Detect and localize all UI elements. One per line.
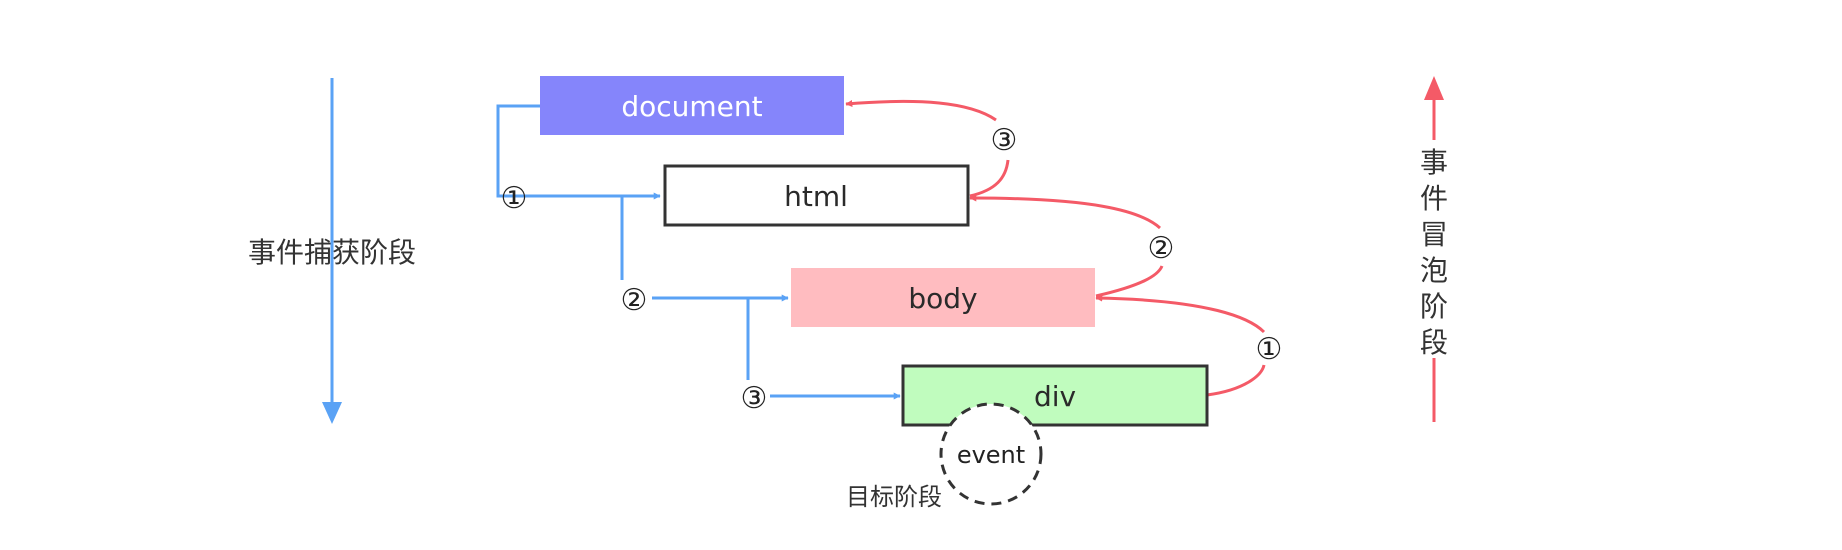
node-div-label: div [1034,380,1076,413]
bubble-phase-char: 段 [1420,326,1448,359]
capture-step-3: ③ [741,381,768,416]
node-document: document [540,76,844,135]
capture-phase-label: 事件捕获阶段 [248,236,416,269]
capture-arrow-head [322,402,342,424]
capture-step-1: ① [501,181,528,216]
capture-step-2: ② [621,283,648,318]
target-phase-label: 目标阶段 [846,483,942,511]
node-body-label: body [908,282,977,315]
bubble-arrow-body-html-upper [969,194,1162,230]
node-html: html [663,164,970,227]
capture-phase-indicator: 事件捕获阶段 [248,78,416,424]
bubble-phase-char: 泡 [1420,254,1448,287]
event-label: event [957,441,1025,469]
event-flow-diagram: 事件捕获阶段 事 件 冒 泡 阶 段 document html body di… [248,76,1448,511]
bubble-step-1: ① [1256,332,1283,367]
bubble-phase-indicator: 事 件 冒 泡 阶 段 [1420,76,1448,422]
bubble-arrow-body-html [1095,265,1164,298]
bubble-arrow-div-body [1206,364,1266,397]
bubble-arrow-div-body-upper [1095,294,1266,334]
bubble-phase-char: 阶 [1420,290,1448,323]
bubble-arrow-head [1424,76,1444,100]
bubble-arrow-html-document [969,159,1010,198]
node-html-label: html [784,180,848,213]
bubble-step-markers: ① ② ③ [991,123,1283,367]
bubble-phase-char: 冒 [1420,218,1448,251]
bubble-arrows [845,99,1266,397]
node-body: body [791,268,1095,327]
bubble-arrow-html-document-upper [845,99,997,122]
bubble-phase-char: 事 [1420,146,1448,179]
node-document-label: document [621,90,762,123]
bubble-step-3: ③ [991,123,1018,158]
capture-arrows [496,104,901,400]
bubble-phase-char: 件 [1420,182,1448,215]
node-div: div [901,364,1209,427]
bubble-step-2: ② [1148,231,1175,266]
